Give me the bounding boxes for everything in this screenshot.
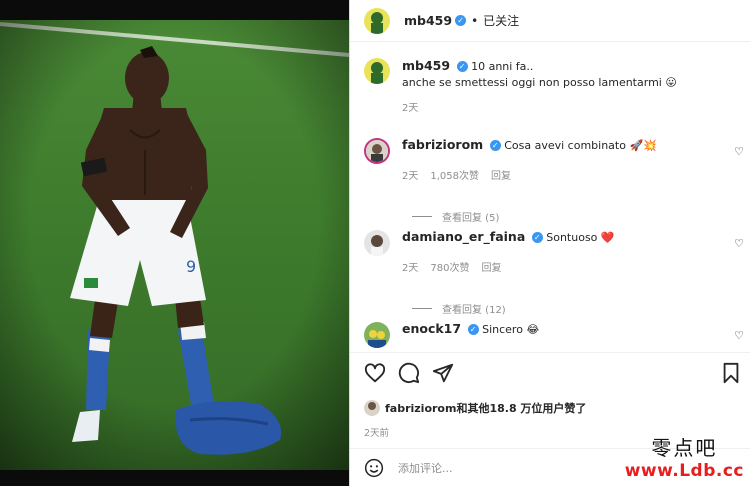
view-replies-button[interactable]: 查看回复 (12) — [412, 301, 750, 316]
comment-likes[interactable]: 1,058次赞 — [430, 169, 479, 185]
share-icon[interactable] — [432, 362, 454, 384]
avatar[interactable] — [364, 58, 390, 84]
like-comment-heart-icon[interactable]: ♡ — [734, 329, 744, 342]
heart-icon[interactable] — [364, 362, 386, 384]
watermark-chinese: 零点吧 — [651, 436, 718, 460]
separator: • — [471, 13, 479, 28]
avatar[interactable] — [364, 230, 390, 256]
caption: mb459 ✓ 10 anni fa.. anche se smettessi … — [364, 58, 744, 117]
post-header: mb459 ✓ • 已关注 — [350, 0, 750, 42]
view-replies-label: 查看回复 (5) — [442, 213, 500, 224]
bookmark-icon[interactable] — [720, 362, 742, 384]
comment-username[interactable]: damiano_er_faina — [402, 229, 525, 244]
avatar[interactable] — [364, 322, 390, 348]
comment-text: Cosa avevi combinato 🚀💥 — [504, 139, 657, 152]
avatar — [364, 400, 380, 416]
comment-text: Sontuoso ❤️ — [546, 231, 615, 244]
add-comment-input[interactable]: 添加评论... — [398, 460, 453, 476]
comment-icon[interactable] — [398, 362, 420, 384]
like-comment-heart-icon[interactable]: ♡ — [734, 145, 744, 158]
emoji-icon[interactable] — [364, 458, 384, 478]
comment-username[interactable]: fabriziorom — [402, 137, 483, 152]
avatar[interactable] — [364, 138, 390, 164]
post-photo[interactable]: 9 — [0, 0, 349, 486]
comment-text: Sincero 😂 — [482, 323, 540, 336]
photo-illustration: 9 — [0, 0, 349, 486]
comment: damiano_er_faina ✓ Sontuoso ❤️ 2天 780次赞 … — [364, 230, 750, 316]
replies-divider — [412, 308, 432, 309]
reply-button[interactable]: 回复 — [491, 169, 511, 185]
view-replies-label: 查看回复 (12) — [442, 305, 506, 316]
watermark: 零点吧 www.Ldb.cc — [625, 432, 744, 481]
caption-username[interactable]: mb459 — [402, 58, 450, 73]
watermark-url: www.Ldb.cc — [624, 461, 744, 481]
follow-status-button[interactable]: 已关注 — [483, 12, 519, 29]
view-replies-button[interactable]: 查看回复 (5) — [412, 209, 750, 224]
actions-divider — [350, 352, 750, 353]
verified-icon: ✓ — [531, 232, 543, 243]
comment-age: 2天 — [402, 171, 419, 182]
avatar[interactable] — [364, 7, 390, 34]
svg-text:9: 9 — [186, 257, 196, 276]
verified-icon: ✓ — [456, 61, 468, 72]
comment-age: 2天 — [402, 263, 419, 274]
verified-icon: ✓ — [455, 15, 467, 26]
likes-user[interactable]: fabriziorom — [385, 402, 456, 415]
post-age: 2天前 — [364, 428, 390, 439]
post-username[interactable]: mb459 — [404, 13, 452, 28]
comment-likes[interactable]: 780次赞 — [430, 261, 469, 277]
post-detail-panel: mb459 ✓ • 已关注 mb459 ✓ 10 anni fa.. anche… — [349, 0, 750, 486]
action-bar — [364, 362, 744, 388]
reply-button[interactable]: 回复 — [481, 261, 501, 277]
comment: fabriziorom ✓ Cosa avevi combinato 🚀💥 2天… — [364, 138, 750, 224]
comment-username[interactable]: enock17 — [402, 321, 461, 336]
likes-rest: 和其他18.8 万位用户赞了 — [456, 402, 587, 415]
verified-icon: ✓ — [467, 324, 479, 335]
replies-divider — [412, 216, 432, 217]
like-comment-heart-icon[interactable]: ♡ — [734, 237, 744, 250]
comment: enock17 ✓ Sincero 😂 ♡ — [364, 322, 750, 348]
likes-summary[interactable]: fabriziorom 和其他18.8 万位用户赞了 — [364, 400, 586, 416]
caption-text-line2: anche se smettessi oggi non posso lament… — [402, 76, 677, 89]
caption-text-line1: 10 anni fa.. — [471, 60, 534, 73]
caption-age: 2天 — [402, 103, 419, 114]
verified-icon: ✓ — [489, 140, 501, 151]
